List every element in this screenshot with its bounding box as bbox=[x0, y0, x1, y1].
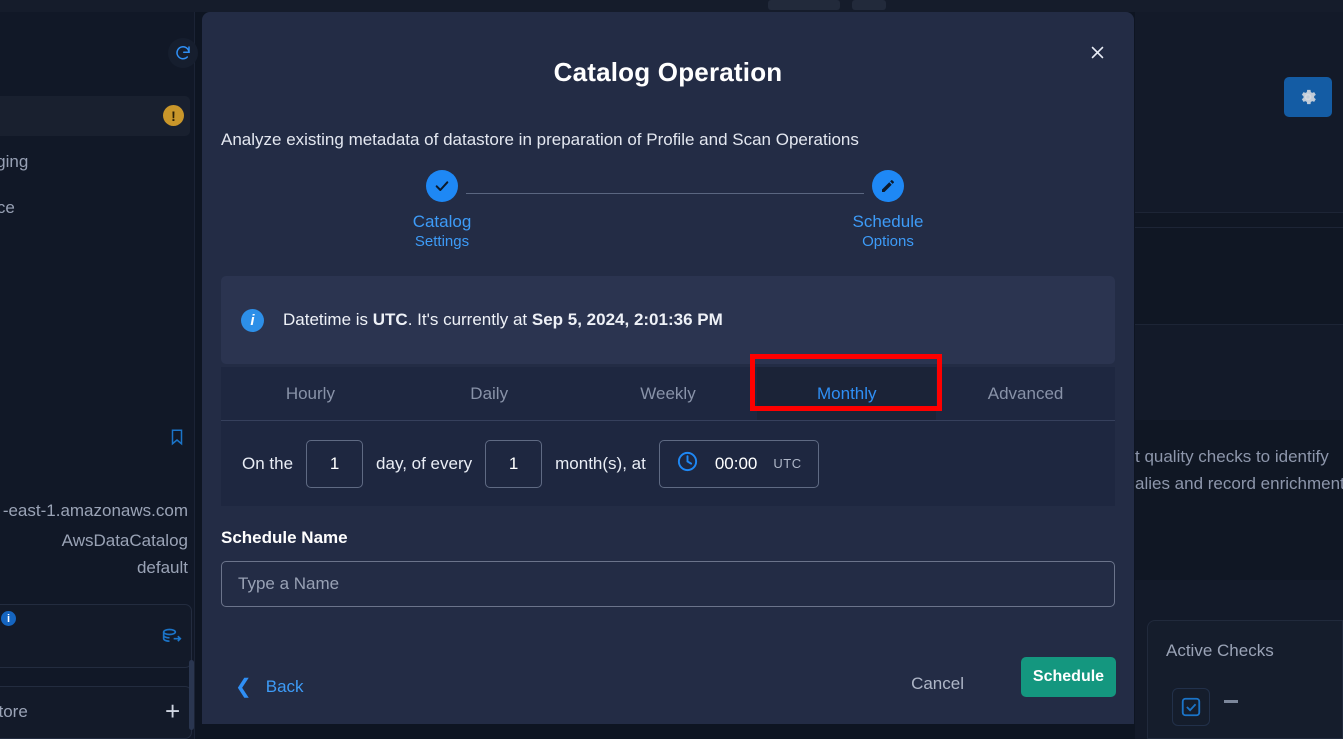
background-store-label: store bbox=[0, 702, 28, 721]
background-band-2 bbox=[1135, 228, 1343, 324]
gear-icon[interactable] bbox=[1284, 77, 1332, 117]
time-timezone: UTC bbox=[773, 456, 802, 471]
dialog-subtitle: Analyze existing metadata of datastore i… bbox=[221, 130, 859, 149]
clock-icon bbox=[676, 450, 699, 478]
datetime-info-text: Datetime is UTC. It's currently at Sep 5… bbox=[283, 310, 723, 330]
bookmark-icon[interactable] bbox=[168, 426, 186, 453]
info-icon: i bbox=[241, 308, 264, 332]
pencil-icon bbox=[872, 170, 904, 202]
tab-monthly[interactable]: Monthly bbox=[757, 367, 937, 420]
stepper-step-label: Catalog bbox=[412, 212, 472, 231]
schedule-prefix-label: On the bbox=[242, 453, 294, 473]
background-band-3 bbox=[1135, 420, 1343, 580]
schedule-name-label: Schedule Name bbox=[221, 528, 348, 547]
database-export-icon[interactable] bbox=[161, 627, 183, 652]
stepper-step-label: Schedule bbox=[852, 212, 924, 231]
add-icon[interactable]: + bbox=[165, 698, 180, 724]
datetime-prefix: Datetime is bbox=[283, 310, 373, 329]
back-button-label: Back bbox=[265, 677, 304, 696]
day-of-month-input[interactable] bbox=[306, 439, 364, 488]
background-list-row[interactable] bbox=[0, 96, 190, 136]
tab-advanced[interactable]: Advanced bbox=[936, 367, 1115, 420]
tab-daily[interactable]: Daily bbox=[400, 367, 579, 420]
datetime-info-banner: i Datetime is UTC. It's currently at Sep… bbox=[221, 276, 1115, 364]
background-topbar bbox=[0, 0, 1343, 12]
schedule-name-input[interactable] bbox=[221, 561, 1115, 607]
stepper-connector-line bbox=[466, 193, 864, 194]
datetime-middle: . It's currently at bbox=[407, 310, 532, 329]
background-description-line-1: t quality checks to identify bbox=[1135, 447, 1329, 466]
tab-weekly[interactable]: Weekly bbox=[579, 367, 758, 420]
background-address-line-3: default bbox=[136, 558, 188, 577]
check-icon bbox=[426, 170, 458, 202]
background-ghost-button-1[interactable] bbox=[768, 0, 840, 10]
chevron-left-icon: ❮ bbox=[235, 676, 252, 698]
back-button[interactable]: ❮ Back bbox=[235, 671, 304, 703]
scrollbar-thumb[interactable] bbox=[189, 660, 194, 730]
warning-icon: ! bbox=[163, 105, 184, 126]
time-picker[interactable]: 00:00 UTC bbox=[658, 439, 819, 488]
background-left-text-2: ance bbox=[0, 198, 15, 217]
schedule-middle-label: day, of every bbox=[376, 453, 473, 473]
stepper-step-schedule-options[interactable]: Schedule Options bbox=[808, 170, 968, 251]
datetime-timezone: UTC bbox=[372, 310, 408, 329]
datetime-value: Sep 5, 2024, 2:01:36 PM bbox=[531, 310, 723, 329]
background-ghost-button-2[interactable] bbox=[852, 0, 886, 10]
tab-hourly[interactable]: Hourly bbox=[221, 367, 400, 420]
monthly-schedule-panel: On the day, of every month(s), at 00:00 … bbox=[221, 421, 1115, 506]
wizard-stepper: Catalog Settings Schedule Options bbox=[202, 170, 1134, 270]
schedule-suffix-label: month(s), at bbox=[555, 453, 646, 473]
frequency-tabs: Hourly Daily Weekly Monthly Advanced bbox=[221, 367, 1115, 421]
background-left-text-1: taging bbox=[0, 152, 29, 171]
background-address-line-2: AwsDataCatalog bbox=[61, 531, 188, 550]
active-checks-title: Active Checks bbox=[1166, 641, 1274, 660]
background-divider-3 bbox=[1135, 324, 1343, 325]
refresh-icon[interactable] bbox=[168, 38, 198, 68]
schedule-submit-button[interactable]: Schedule bbox=[1021, 657, 1116, 697]
stepper-step-catalog-settings[interactable]: Catalog Settings bbox=[362, 170, 522, 251]
checkbox-checked-icon bbox=[1172, 688, 1210, 726]
active-checks-value bbox=[1224, 700, 1238, 703]
time-value: 00:00 bbox=[714, 453, 758, 473]
info-icon: i bbox=[1, 611, 16, 626]
catalog-operation-dialog: Catalog Operation Analyze existing metad… bbox=[202, 12, 1134, 724]
month-interval-input[interactable] bbox=[485, 439, 543, 488]
stepper-step-sublabel: Settings bbox=[414, 232, 470, 250]
cancel-button[interactable]: Cancel bbox=[911, 674, 964, 694]
background-address-line-1: -east-1.amazonaws.com bbox=[2, 501, 188, 520]
dialog-title: Catalog Operation bbox=[553, 57, 783, 87]
background-store-card[interactable] bbox=[0, 686, 192, 739]
background-description-line-2: alies and record enrichment bbox=[1135, 474, 1343, 493]
background-band-1 bbox=[1135, 213, 1343, 227]
stepper-step-sublabel: Options bbox=[862, 232, 914, 250]
